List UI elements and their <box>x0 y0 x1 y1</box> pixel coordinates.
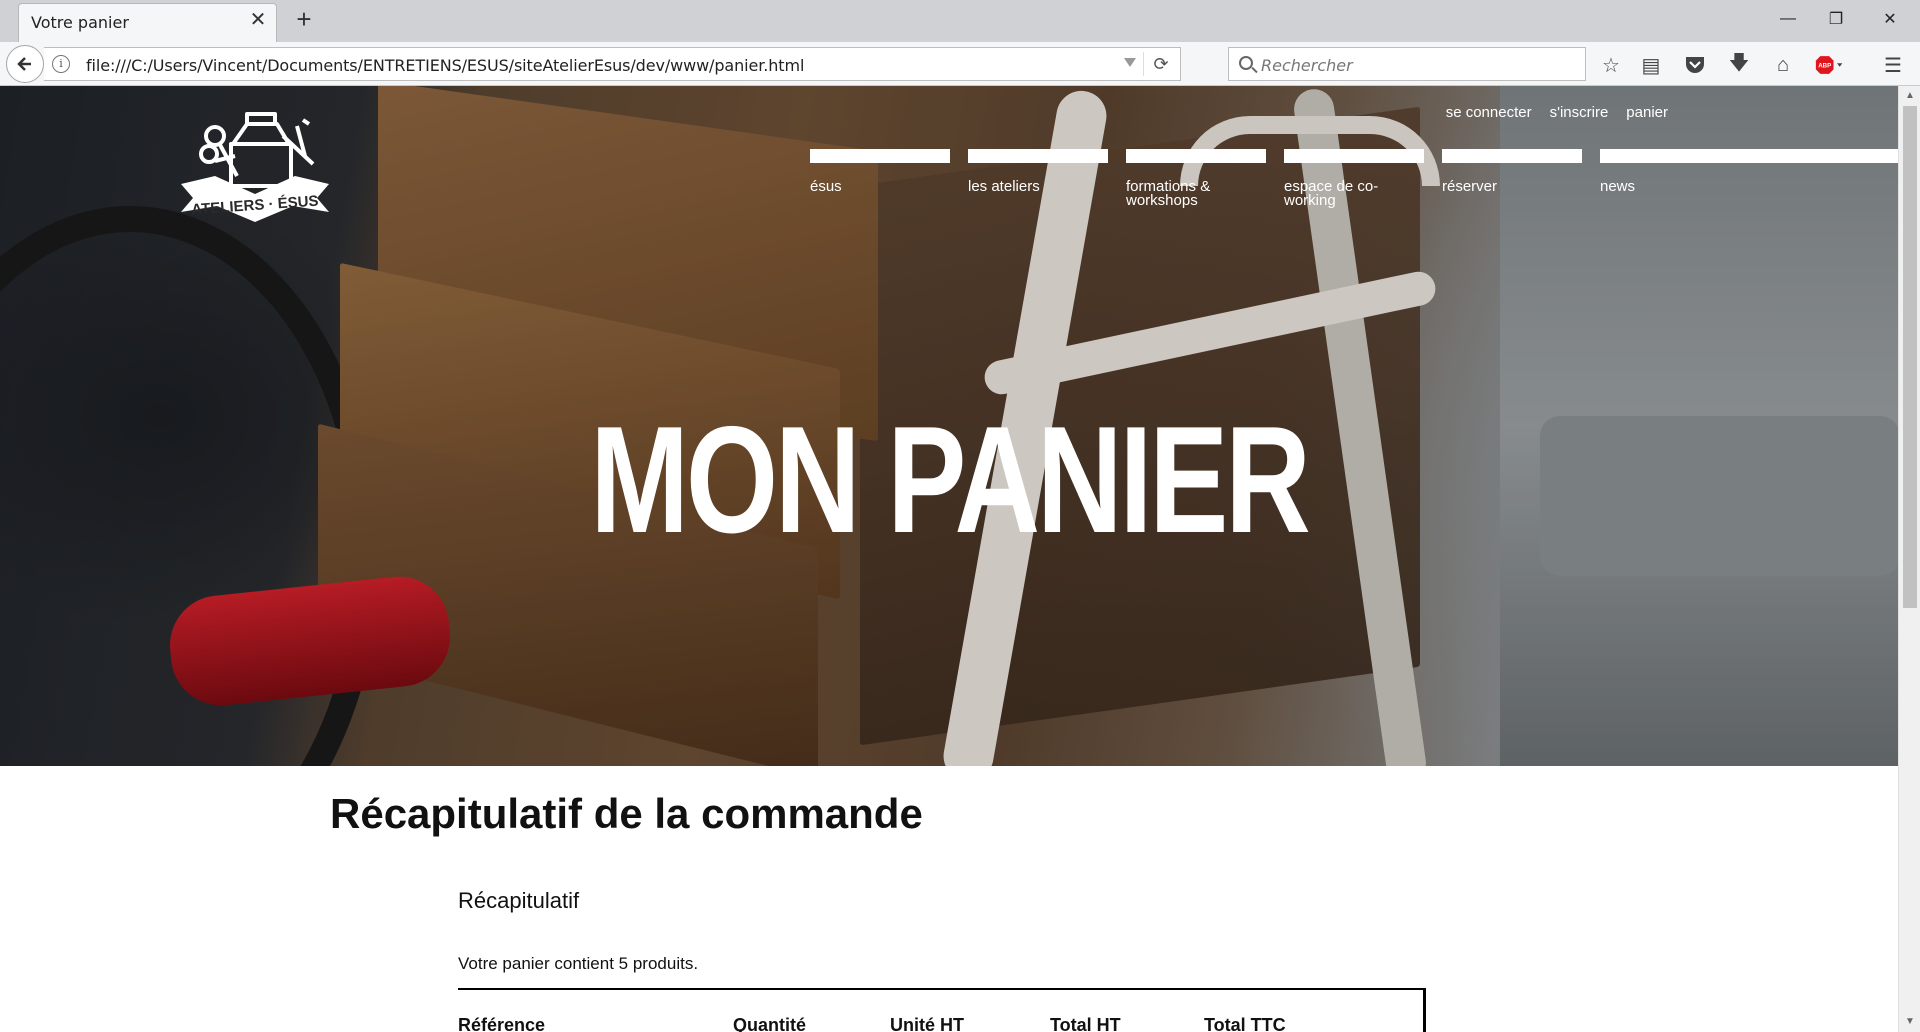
new-tab-icon[interactable]: + <box>290 6 318 34</box>
reading-list-icon[interactable]: ▤ <box>1636 50 1666 80</box>
login-link[interactable]: se connecter <box>1446 104 1532 121</box>
svg-text:ABP: ABP <box>1818 63 1831 70</box>
cart-count-text: Votre panier contient 5 produits. <box>458 954 699 973</box>
browser-tab[interactable]: Votre panier ✕ <box>18 3 277 42</box>
column-header-reference: Référence <box>458 1015 546 1032</box>
nav-bar-decor <box>1600 149 1898 163</box>
nav-bar-decor <box>1126 149 1266 163</box>
signup-link[interactable]: s'inscrire <box>1550 104 1609 121</box>
cart-link[interactable]: panier <box>1626 104 1668 121</box>
divider <box>1143 52 1144 76</box>
pocket-shape <box>1686 57 1704 73</box>
vertical-scrollbar[interactable]: ▲ ▼ <box>1898 86 1920 1032</box>
page-title: Récapitulatif de la commande <box>330 790 923 837</box>
window-close-icon[interactable]: ✕ <box>1862 0 1918 38</box>
cart-table: Référence Quantité Unité HT Total HT Tot… <box>458 988 1426 1032</box>
pocket-icon[interactable] <box>1680 50 1710 80</box>
browser-toolbar: i file:///C:/Users/Vincent/Documents/ENT… <box>0 42 1920 86</box>
nav-bar-decor <box>1284 149 1424 163</box>
nav-label: les ateliers <box>968 178 1040 195</box>
nav-item-esus[interactable]: ésus <box>810 149 968 208</box>
nav-item-reserver[interactable]: réserver <box>1442 149 1600 208</box>
column-header-total-ttc: Total TTC <box>1204 1015 1286 1032</box>
menu-icon[interactable]: ☰ <box>1878 50 1908 80</box>
nav-item-formations[interactable]: formations & workshops <box>1126 149 1284 208</box>
hero-banner: ATELIERS · ÉSUS se connecter s'inscrire … <box>0 86 1898 766</box>
nav-bar-decor <box>968 149 1108 163</box>
reload-icon[interactable]: ⟳ <box>1148 52 1174 78</box>
ateliers-esus-logo[interactable]: ATELIERS · ÉSUS <box>175 106 335 236</box>
scroll-up-icon[interactable]: ▲ <box>1899 86 1920 106</box>
search-field[interactable]: Rechercher <box>1228 47 1586 81</box>
scroll-thumb[interactable] <box>1903 106 1917 608</box>
nav-label: ésus <box>810 178 842 195</box>
bookmark-star-icon[interactable]: ☆ <box>1596 50 1626 80</box>
search-placeholder: Rechercher <box>1261 56 1353 75</box>
address-bar[interactable]: i file:///C:/Users/Vincent/Documents/ENT… <box>44 47 1181 81</box>
page-viewport: ATELIERS · ÉSUS se connecter s'inscrire … <box>0 86 1898 1032</box>
hero-title: MON PANIER <box>590 395 1311 565</box>
main-nav: ésus les ateliers formations & workshops… <box>810 149 1898 208</box>
nav-item-news[interactable]: news <box>1600 149 1898 208</box>
nav-label: news <box>1600 178 1636 195</box>
section-title: Récapitulatif <box>458 888 580 913</box>
nav-label: formations & workshops <box>1126 178 1211 209</box>
nav-label: espace de co-working <box>1284 178 1379 209</box>
account-links: se connecter s'inscrire panier <box>1446 104 1668 121</box>
scroll-down-icon[interactable]: ▼ <box>1899 1012 1920 1032</box>
back-arrow-icon <box>17 57 31 71</box>
tab-bar: Votre panier ✕ + — ❐ ✕ <box>0 0 1920 42</box>
close-tab-icon[interactable]: ✕ <box>248 10 268 30</box>
tab-title: Votre panier <box>31 13 129 32</box>
dropdown-arrow-icon[interactable] <box>1124 58 1136 67</box>
url-text: file:///C:/Users/Vincent/Documents/ENTRE… <box>86 56 805 75</box>
nav-item-coworking[interactable]: espace de co-working <box>1284 149 1442 208</box>
search-icon <box>1239 56 1253 70</box>
download-icon[interactable]: 🡇 <box>1724 50 1754 80</box>
info-icon[interactable]: i <box>52 55 70 73</box>
column-header-quantity: Quantité <box>733 1015 807 1032</box>
adblock-shape: ABP <box>1815 56 1843 74</box>
nav-item-ateliers[interactable]: les ateliers <box>968 149 1126 208</box>
restore-icon[interactable]: ❐ <box>1808 0 1864 38</box>
column-header-unit-price: Unité HT <box>890 1015 964 1032</box>
adblock-icon[interactable]: ABP <box>1815 50 1845 80</box>
nav-bar-decor <box>810 149 950 163</box>
column-header-total-ht: Total HT <box>1050 1015 1121 1032</box>
nav-label: réserver <box>1442 178 1498 195</box>
nav-bar-decor <box>1442 149 1582 163</box>
back-button[interactable] <box>6 45 44 83</box>
home-icon[interactable]: ⌂ <box>1768 50 1798 80</box>
